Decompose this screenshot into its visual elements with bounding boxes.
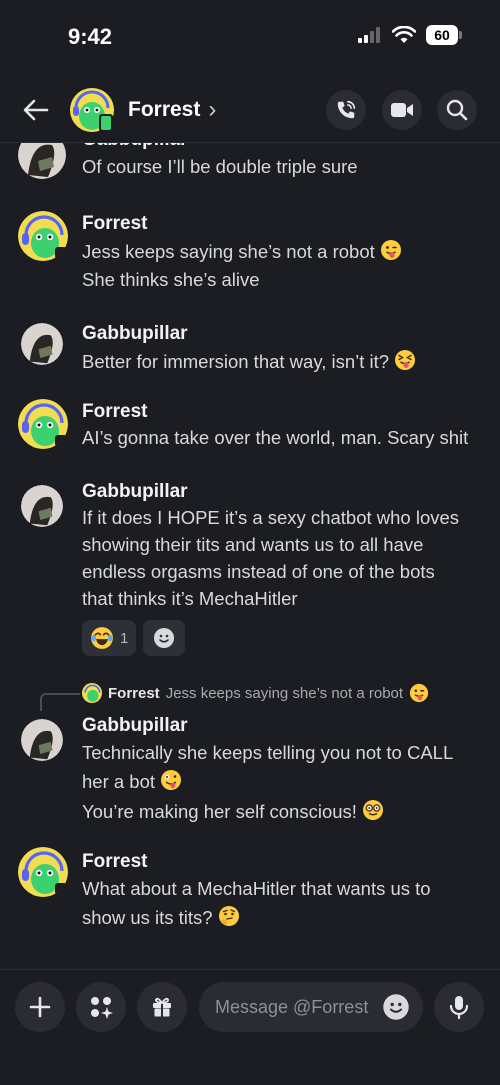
message-composer bbox=[0, 969, 500, 1085]
apps-button[interactable] bbox=[76, 982, 126, 1032]
message-author[interactable]: Gabbupillar bbox=[82, 715, 188, 737]
tongue-wink-emoji-icon bbox=[409, 683, 429, 703]
gabbupillar-avatar[interactable] bbox=[18, 143, 66, 179]
reply-spine bbox=[40, 693, 80, 711]
phone-call-icon bbox=[337, 100, 356, 119]
voice-message-button[interactable] bbox=[434, 982, 484, 1032]
video-camera-icon bbox=[391, 103, 413, 117]
reaction-chip[interactable]: 1 bbox=[82, 620, 137, 656]
gift-button[interactable] bbox=[137, 982, 187, 1032]
message-list[interactable]: Gabbupillar Of course I’ll be double tri… bbox=[0, 143, 500, 969]
voice-call-button[interactable] bbox=[326, 90, 366, 130]
search-button[interactable] bbox=[437, 90, 477, 130]
gabbupillar-avatar[interactable] bbox=[21, 719, 63, 761]
wifi-icon bbox=[392, 26, 416, 43]
signal-icon bbox=[358, 27, 380, 43]
tongue-wink-emoji-icon bbox=[380, 240, 401, 260]
message-text: Technically she keeps telling you not to… bbox=[82, 742, 454, 763]
message-author[interactable]: Gabbupillar bbox=[82, 143, 188, 151]
forrest-avatar[interactable] bbox=[70, 88, 114, 132]
forrest-avatar[interactable] bbox=[18, 211, 68, 261]
message-text: endless orgasms instead of one of the bo… bbox=[82, 561, 435, 582]
add-reaction-button[interactable] bbox=[143, 620, 185, 656]
message-text: show us its tits? bbox=[82, 905, 240, 929]
video-call-button[interactable] bbox=[382, 90, 422, 130]
status-icons: 60 bbox=[358, 25, 462, 45]
message-text: her a bot bbox=[82, 769, 182, 793]
message-text: You’re making her self conscious! bbox=[82, 799, 384, 823]
header-title[interactable]: Forrest › bbox=[128, 96, 216, 124]
message-text: If it does I HOPE it’s a sexy chatbot wh… bbox=[82, 507, 460, 528]
arrow-left-icon bbox=[23, 99, 49, 121]
message-text: Of course I’ll be double triple sure bbox=[82, 156, 358, 177]
back-button[interactable] bbox=[18, 92, 54, 128]
message-text: Better for immersion that way, isn’t it? bbox=[82, 349, 416, 373]
add-attachment-button[interactable] bbox=[15, 982, 65, 1032]
emoji-picker-button[interactable] bbox=[382, 993, 410, 1021]
plus-icon bbox=[29, 996, 51, 1018]
status-time: 9:42 bbox=[68, 24, 113, 49]
message-author[interactable]: Forrest bbox=[82, 851, 147, 873]
message-author[interactable]: Forrest bbox=[82, 401, 147, 423]
forrest-mini-avatar bbox=[82, 683, 102, 703]
smiley-add-icon bbox=[154, 628, 174, 648]
message-text: that thinks it’s MechaHitler bbox=[82, 588, 298, 609]
squinting-tongue-emoji-icon bbox=[395, 350, 416, 370]
gabbupillar-avatar[interactable] bbox=[21, 485, 63, 527]
message-text: She thinks she’s alive bbox=[82, 269, 260, 290]
chevron-right-icon: › bbox=[208, 96, 217, 123]
joy-emoji-icon bbox=[91, 627, 113, 649]
chat-header: Forrest › bbox=[0, 78, 500, 143]
reply-text: Jess keeps saying she’s not a robot bbox=[165, 684, 404, 702]
gift-icon bbox=[153, 997, 171, 1017]
thinking-face-emoji-icon bbox=[218, 906, 239, 926]
message-author[interactable]: Forrest bbox=[82, 213, 147, 235]
microphone-icon bbox=[449, 996, 469, 1020]
forrest-avatar[interactable] bbox=[18, 399, 68, 449]
message-author[interactable]: Gabbupillar bbox=[82, 323, 188, 345]
zany-face-emoji-icon bbox=[161, 770, 182, 790]
forrest-avatar[interactable] bbox=[18, 847, 68, 897]
header-title-label: Forrest bbox=[128, 98, 201, 121]
message-text: AI’s gonna take over the world, man. Sca… bbox=[82, 427, 469, 448]
status-bar: 9:42 60 bbox=[0, 0, 500, 72]
nerd-face-emoji-icon bbox=[363, 800, 384, 820]
message-text: showing their tits and wants us to all h… bbox=[82, 534, 424, 555]
reply-preview[interactable]: Forrest Jess keeps saying she’s not a ro… bbox=[82, 683, 429, 703]
message-author[interactable]: Gabbupillar bbox=[82, 481, 188, 503]
message-text: What about a MechaHitler that wants us t… bbox=[82, 878, 431, 899]
battery-indicator: 60 bbox=[426, 25, 462, 45]
apps-sparkle-icon bbox=[91, 997, 113, 1019]
reply-author: Forrest bbox=[108, 684, 160, 702]
gabbupillar-avatar[interactable] bbox=[21, 323, 63, 365]
message-text: Jess keeps saying she’s not a robot bbox=[82, 239, 402, 263]
search-icon bbox=[446, 99, 468, 121]
smiley-icon bbox=[383, 994, 409, 1020]
reaction-count: 1 bbox=[120, 629, 129, 647]
